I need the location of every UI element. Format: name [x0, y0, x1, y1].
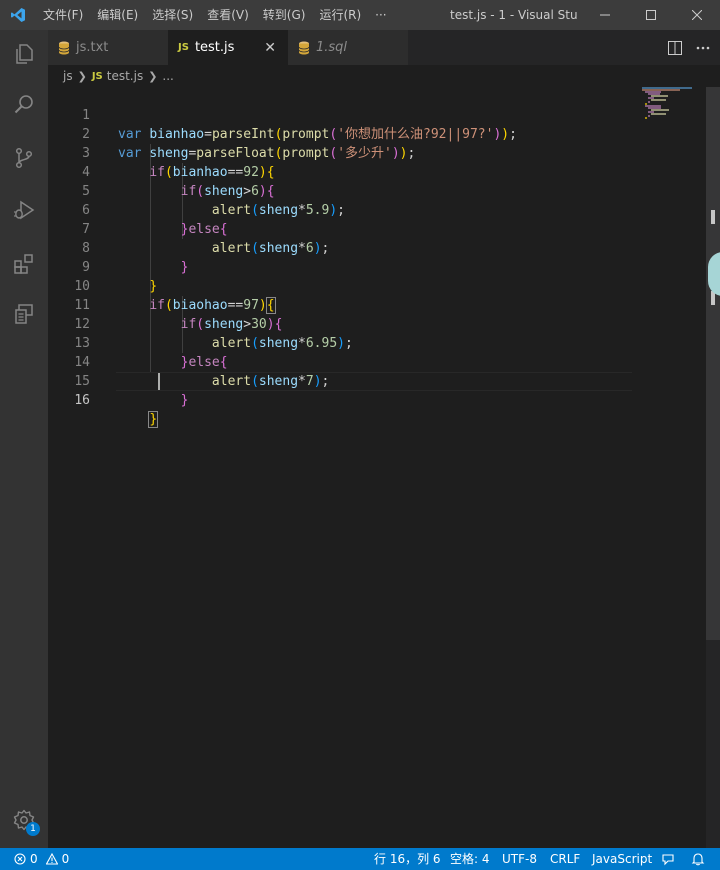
- tab-label: js.txt: [76, 40, 109, 55]
- activity-bar: 1: [0, 30, 48, 848]
- code-editor[interactable]: 1 var bianhao=parseInt(prompt('你想加什么油?92…: [48, 87, 706, 848]
- code-line: 8 }: [82, 241, 189, 275]
- breadcrumb-more[interactable]: ...: [162, 69, 173, 83]
- menu-run[interactable]: 运行(R): [312, 0, 368, 30]
- close-tab-icon[interactable]: ✕: [264, 40, 276, 56]
- extensions-icon: [14, 254, 33, 274]
- tab-1-sql[interactable]: 1.sql: [288, 30, 408, 65]
- chevron-right-icon: ❯: [148, 69, 158, 83]
- code-line: 14 alert(sheng*7);: [74, 355, 330, 389]
- status-bar: 0 0 行 16，列 6 空格: 4 UTF-8 CRLF JavaScript: [0, 848, 720, 870]
- tab-label: test.js: [194, 40, 235, 55]
- code-line: 7 alert(sheng*6);: [82, 222, 330, 256]
- debug-icon: [14, 200, 35, 220]
- js-icon: JS: [91, 70, 103, 82]
- source-control-button[interactable]: [0, 134, 48, 182]
- explorer-button[interactable]: [0, 30, 48, 78]
- minimize-icon: [600, 14, 610, 16]
- run-debug-button[interactable]: [0, 186, 48, 234]
- warning-count: 0: [61, 852, 70, 866]
- code-line: 2 var sheng=parseFloat(prompt('多少升'));: [82, 127, 416, 161]
- notifications-button[interactable]: [691, 848, 705, 870]
- bell-icon: [691, 853, 705, 866]
- database-icon: [58, 41, 70, 55]
- chevron-right-icon: ❯: [77, 69, 87, 83]
- code-line: 5 alert(sheng*5.9);: [82, 184, 345, 218]
- maximize-button[interactable]: [628, 0, 674, 30]
- breadcrumb-file[interactable]: test.js: [107, 69, 143, 83]
- vertical-scrollbar[interactable]: [706, 87, 720, 848]
- maximize-icon: [646, 10, 656, 20]
- language-mode[interactable]: JavaScript: [592, 848, 652, 870]
- problems-indicator[interactable]: 0 0: [14, 848, 69, 870]
- close-icon: [692, 10, 702, 20]
- floating-widget[interactable]: [708, 252, 720, 296]
- menu-more[interactable]: ···: [368, 0, 393, 30]
- code-line: 12 alert(sheng*6.95);: [74, 317, 353, 351]
- menu-selection[interactable]: 选择(S): [145, 0, 200, 30]
- end-of-line[interactable]: CRLF: [550, 848, 580, 870]
- vscode-logo-icon: [0, 0, 36, 30]
- files-icon: [16, 44, 33, 64]
- feedback-button[interactable]: [661, 848, 675, 870]
- remote-explorer-icon: [15, 304, 33, 324]
- feedback-icon: [662, 854, 674, 866]
- minimize-button[interactable]: [582, 0, 628, 30]
- minimap[interactable]: [640, 87, 706, 127]
- menu-bar: 文件(F) 编辑(E) 选择(S) 查看(V) 转到(G) 运行(R) ···: [36, 0, 394, 30]
- tab-test-js[interactable]: JS test.js ✕: [168, 30, 288, 65]
- menu-view[interactable]: 查看(V): [200, 0, 256, 30]
- source-control-icon: [15, 147, 33, 169]
- menu-edit[interactable]: 编辑(E): [90, 0, 145, 30]
- close-button[interactable]: [674, 0, 720, 30]
- window-title: test.js - 1 - Visual Studi...: [450, 8, 578, 22]
- accounts-badge: 1: [26, 822, 40, 836]
- code-line: 6 }else{: [82, 203, 228, 237]
- tab-bar: js.txt JS test.js ✕ 1.sql: [48, 30, 720, 65]
- breadcrumb: js ❯ JS test.js ❯ ...: [48, 65, 720, 87]
- search-icon: [14, 95, 33, 114]
- warning-icon: [45, 853, 58, 865]
- editor-actions: [668, 30, 710, 65]
- breadcrumb-folder[interactable]: js: [63, 69, 73, 83]
- menu-file[interactable]: 文件(F): [36, 0, 90, 30]
- code-line: 11 if(sheng>30){: [74, 298, 283, 332]
- split-editor-icon[interactable]: [668, 40, 682, 55]
- more-actions-icon[interactable]: [696, 46, 710, 50]
- database-icon: [298, 41, 310, 55]
- cursor-position[interactable]: 行 16，列 6: [374, 848, 441, 870]
- code-line: 3 if(bianhao==92){: [82, 146, 275, 180]
- indentation[interactable]: 空格: 4: [450, 848, 490, 870]
- manage-button[interactable]: 1: [0, 796, 48, 844]
- encoding[interactable]: UTF-8: [502, 848, 537, 870]
- code-line: 1 var bianhao=parseInt(prompt('你想加什么油?92…: [82, 108, 517, 142]
- tab-js-txt[interactable]: js.txt: [48, 30, 168, 65]
- menu-go[interactable]: 转到(G): [256, 0, 313, 30]
- scrollbar-thumb[interactable]: [706, 87, 720, 640]
- error-icon: [14, 853, 26, 865]
- tab-label: 1.sql: [316, 40, 348, 55]
- code-line: 16 }: [74, 393, 159, 428]
- remote-explorer-button[interactable]: [0, 290, 48, 338]
- code-line: 13 }else{: [74, 336, 228, 370]
- js-icon: JS: [178, 42, 189, 53]
- extensions-button[interactable]: [0, 240, 48, 288]
- scrollbar-marker: [711, 210, 715, 224]
- code-line: 4 if(sheng>6){: [82, 165, 275, 199]
- search-button[interactable]: [0, 80, 48, 128]
- code-line: 9 }: [82, 260, 158, 294]
- code-line: 15 }: [74, 374, 189, 408]
- title-bar: 文件(F) 编辑(E) 选择(S) 查看(V) 转到(G) 运行(R) ··· …: [0, 0, 720, 30]
- code-line: 10 if(biaohao==97){: [74, 279, 276, 314]
- text-cursor: [158, 373, 160, 390]
- error-count: 0: [30, 852, 38, 866]
